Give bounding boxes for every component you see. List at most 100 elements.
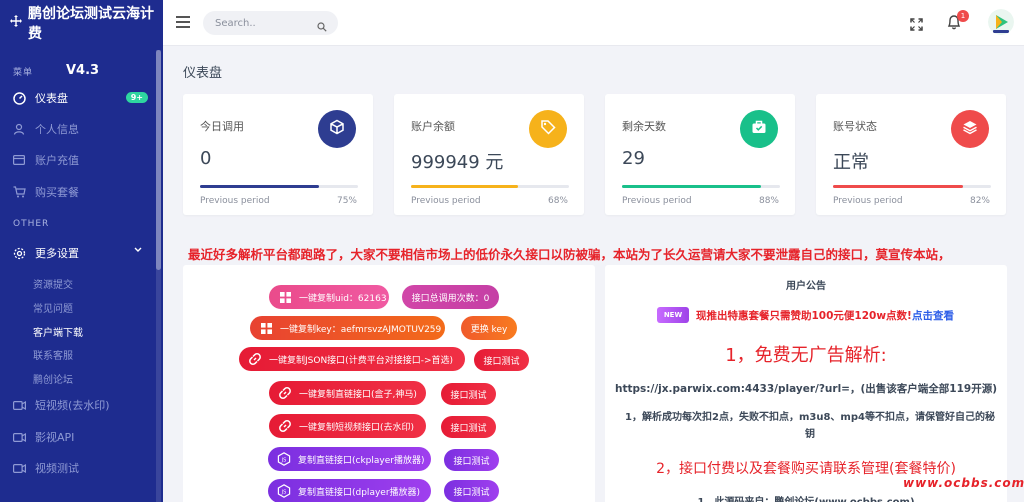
- button-label: 复制直链接口(dplayer播放器): [298, 487, 421, 498]
- page-title: 仪表盘: [183, 66, 223, 81]
- copy-short-video-api-button[interactable]: 一键复制短视频接口(去水印): [269, 414, 426, 438]
- notification-count-badge: 1: [957, 10, 969, 22]
- stat-icon-circle: [951, 110, 989, 148]
- gear-icon: [12, 246, 26, 260]
- sidebar-subitem-support[interactable]: 联系客服: [33, 347, 73, 362]
- button-label: 一键复制uid：62163: [299, 293, 387, 304]
- link-icon: [243, 352, 267, 366]
- sidebar-item-movie-api[interactable]: 影视API: [0, 422, 156, 452]
- stat-progress: [833, 185, 991, 188]
- cube-icon: [329, 119, 345, 139]
- avatar[interactable]: [988, 9, 1014, 35]
- stat-card-days-left: 剩余天数 29 Previous period 88%: [605, 94, 795, 215]
- menu-toggle-icon[interactable]: [176, 16, 190, 28]
- js-file-icon: JS: [272, 484, 296, 498]
- film-icon: [12, 430, 26, 444]
- copy-key-button[interactable]: 一键复制key：aefmrsvzAJMOTUV259: [250, 316, 445, 340]
- promo-text: 现推出特惠套餐只需赞助100元便120w点数!: [696, 310, 912, 322]
- dashboard-icon: [12, 91, 26, 105]
- copy-json-api-button[interactable]: 一键复制JSON接口(计费平台对接接口->首选): [239, 347, 465, 371]
- stat-period: Previous period: [411, 196, 481, 206]
- stat-period: Previous period: [200, 196, 270, 206]
- stat-label: 账户余额: [411, 120, 455, 133]
- notice-banner: 最近好多解析平台都跑路了，大家不要相信市场上的低价永久接口以防被骗，本站为了长久…: [188, 247, 951, 262]
- announcement-heading-1: 1，免费无广告解析:: [725, 345, 887, 366]
- total-calls-button[interactable]: 接口总调用次数：0: [402, 285, 499, 309]
- stat-value: 29: [622, 148, 645, 169]
- sidebar-item-label: 仪表盘: [35, 92, 68, 105]
- grid-icon: [254, 322, 278, 334]
- chevron-down-icon: [134, 246, 142, 256]
- stat-progress-fill: [411, 185, 519, 188]
- svg-text:JS: JS: [281, 489, 287, 495]
- credit-card-icon: [12, 153, 26, 167]
- scrollbar-thumb[interactable]: [156, 50, 161, 270]
- user-icon: [12, 122, 26, 136]
- sidebar-item-video-test[interactable]: 视频测试: [0, 453, 156, 483]
- sidebar-subitem-forum[interactable]: 鹏创论坛: [33, 371, 73, 386]
- announcement-panel: 用户公告 NEW 现推出特惠套餐只需赞助100元便120w点数! 点击查看 1，…: [605, 265, 1007, 502]
- test-dplayer-button[interactable]: 接口测试: [444, 480, 499, 502]
- announcement-paragraph-1: 1，解析成功每次扣2点，失败不扣点，m3u8、mp4等不扣点，请保管好自己的秘钥: [625, 412, 995, 440]
- sidebar-item-short-video[interactable]: 短视频(去水印): [0, 390, 156, 420]
- stat-label: 今日调用: [200, 120, 244, 133]
- fullscreen-icon[interactable]: [910, 16, 923, 35]
- stat-label: 剩余天数: [622, 120, 666, 133]
- stat-progress-fill: [833, 185, 963, 188]
- sidebar-item-label: 购买套餐: [35, 186, 79, 199]
- stat-icon-circle: [529, 110, 567, 148]
- button-label: 一键复制key：aefmrsvzAJMOTUV259: [280, 324, 442, 335]
- notifications-button[interactable]: 1: [947, 10, 969, 34]
- js-file-icon: JS: [272, 452, 296, 466]
- search-icon[interactable]: [317, 17, 327, 36]
- stat-card-balance: 账户余额 999949 元 Previous period 68%: [394, 94, 584, 215]
- link-icon: [273, 419, 297, 433]
- copy-direct-api-button[interactable]: 一键复制直链接口(盒子,神马): [269, 381, 426, 405]
- tag-icon: [540, 119, 556, 139]
- button-label: 一键复制短视频接口(去水印): [299, 422, 415, 433]
- test-short-video-button[interactable]: 接口测试: [441, 416, 496, 438]
- brand[interactable]: 鹏创论坛测试云海计费: [0, 0, 163, 46]
- test-direct-button[interactable]: 接口测试: [441, 383, 496, 405]
- stat-card-account-status: 账号状态 正常 Previous period 82%: [816, 94, 1006, 215]
- test-json-button[interactable]: 接口测试: [474, 349, 529, 371]
- sidebar-subitem-client-download[interactable]: 客户端下载: [33, 324, 83, 339]
- topbar: 1: [163, 0, 1024, 46]
- sidebar-item-label: 更多设置: [35, 247, 79, 260]
- stat-label: 账号状态: [833, 120, 877, 133]
- sidebar-item-label: 短视频(去水印): [35, 399, 110, 412]
- stat-period: Previous period: [622, 196, 692, 206]
- other-section-label: OTHER: [13, 219, 50, 229]
- sidebar-subitem-resource-submit[interactable]: 资源提交: [33, 276, 73, 291]
- sidebar-item-recharge[interactable]: 账户充值: [0, 145, 156, 175]
- sidebar-subitem-faq[interactable]: 常见问题: [33, 300, 73, 315]
- sidebar-item-buy-package[interactable]: 购买套餐: [0, 177, 156, 207]
- announcement-title: 用户公告: [786, 281, 826, 292]
- grid-icon: [273, 291, 297, 303]
- stat-card-today-calls: 今日调用 0 Previous period 75%: [183, 94, 373, 215]
- sidebar-item-dashboard[interactable]: 仪表盘 9+: [0, 83, 156, 113]
- stat-progress: [622, 185, 780, 188]
- copy-uid-button[interactable]: 一键复制uid：62163: [269, 285, 389, 309]
- move-icon: [10, 15, 22, 31]
- test-ckplayer-button[interactable]: 接口测试: [444, 449, 499, 471]
- new-badge: NEW: [657, 307, 689, 323]
- sidebar-item-label: 视频测试: [35, 462, 79, 475]
- menu-section-label: 菜单: [13, 68, 34, 78]
- stat-percent: 88%: [758, 196, 779, 206]
- sidebar-scrollbar[interactable]: [156, 50, 161, 502]
- promo-link[interactable]: 点击查看: [912, 308, 954, 323]
- stat-value: 999949 元: [411, 152, 504, 173]
- dashboard-badge: 9+: [125, 92, 148, 103]
- api-actions-panel: 一键复制uid：62163 接口总调用次数：0 一键复制key：aefmrsvz…: [183, 265, 595, 502]
- button-label: 一键复制JSON接口(计费平台对接接口->首选): [269, 355, 453, 366]
- copy-dplayer-api-button[interactable]: JS 复制直链接口(dplayer播放器): [268, 479, 431, 502]
- briefcase-icon: [751, 119, 767, 139]
- sidebar-item-profile[interactable]: 个人信息: [0, 114, 156, 144]
- announcement-heading-2: 2，接口付费以及套餐购买请联系管理(套餐特价): [656, 461, 956, 477]
- change-key-button[interactable]: 更换 key: [461, 316, 517, 340]
- sidebar-item-more-settings[interactable]: 更多设置: [0, 238, 156, 268]
- copy-ckplayer-api-button[interactable]: JS 复制直链接口(ckplayer播放器): [268, 447, 431, 471]
- stat-percent: 82%: [969, 196, 990, 206]
- stat-progress-fill: [200, 185, 319, 188]
